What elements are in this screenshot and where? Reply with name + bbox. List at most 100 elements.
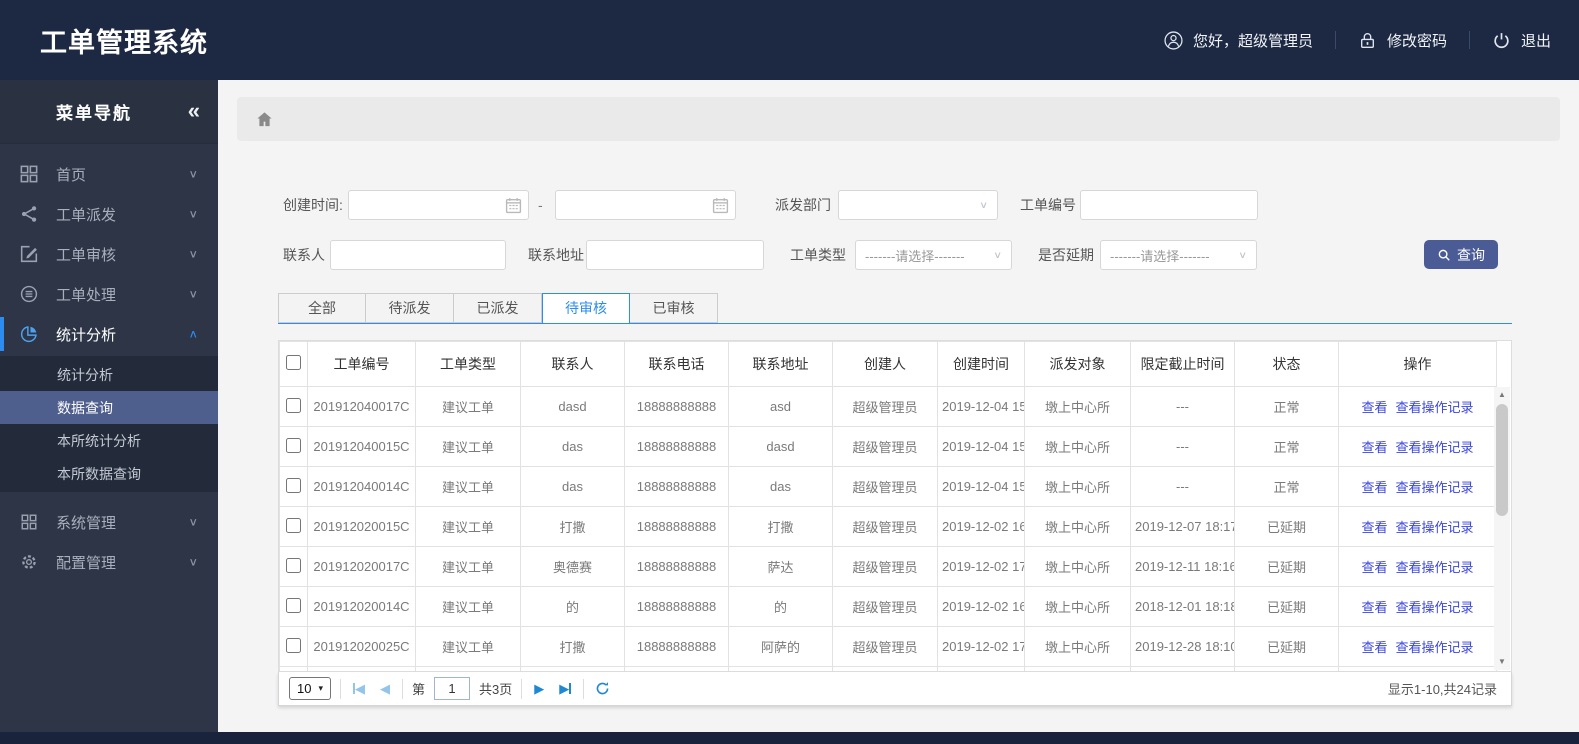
orders-table: 工单编号 工单类型 联系人 联系电话 联系地址 创建人 创建时间 派发对象 限定截止时间 状态 操作… xyxy=(278,340,1512,672)
row-checkbox[interactable] xyxy=(286,477,301,493)
select-all-checkbox[interactable] xyxy=(286,355,301,370)
actions-cell: 查看 查看操作记录 xyxy=(1338,586,1497,627)
page-number-input[interactable] xyxy=(434,677,471,700)
page-size-value: 10 xyxy=(297,681,312,696)
tab-全部[interactable]: 全部 xyxy=(278,293,366,323)
create-time-start-input[interactable] xyxy=(348,190,529,220)
contact-field[interactable] xyxy=(331,241,505,269)
scrollbar-thumb[interactable] xyxy=(1496,404,1508,516)
page-size-select[interactable]: 10 ▾ xyxy=(289,677,331,700)
order-no-field[interactable] xyxy=(1081,191,1257,219)
delay-select[interactable]: -------请选择------- ∨ xyxy=(1100,240,1257,270)
sidebar-item-dispatch[interactable]: 工单派发 ∨ xyxy=(0,194,218,234)
row-select-cell xyxy=(279,386,308,427)
view-link[interactable]: 查看 xyxy=(1361,440,1387,455)
view-log-link[interactable]: 查看操作记录 xyxy=(1396,480,1474,495)
view-link[interactable]: 查看 xyxy=(1361,560,1387,575)
cell-type: 建议工单 xyxy=(415,386,521,427)
create-time-start-field[interactable] xyxy=(349,191,528,219)
order-type-select[interactable]: -------请选择------- ∨ xyxy=(855,240,1012,270)
cell-target: 墩上中心所 xyxy=(1024,546,1131,587)
sidebar-item-system[interactable]: 系统管理 ∨ xyxy=(0,502,218,542)
cell-address: das xyxy=(728,466,833,507)
cell-type: 建议工单 xyxy=(415,506,521,547)
sidebar-item-stats[interactable]: 统计分析 ∧ xyxy=(0,314,218,354)
order-no-input[interactable] xyxy=(1080,190,1258,220)
column-header: 工单编号 xyxy=(307,341,416,387)
sidebar-item-review[interactable]: 工单审核 ∨ xyxy=(0,234,218,274)
sidebar-subitem[interactable]: 统计分析 xyxy=(0,358,218,391)
cell-target: 墩上中心所 xyxy=(1024,466,1131,507)
view-log-link[interactable]: 查看操作记录 xyxy=(1396,600,1474,615)
logout-button[interactable]: 退出 xyxy=(1492,30,1551,51)
view-log-link[interactable]: 查看操作记录 xyxy=(1396,560,1474,575)
sidebar-item-process[interactable]: 工单处理 ∨ xyxy=(0,274,218,314)
view-log-link[interactable]: 查看操作记录 xyxy=(1396,440,1474,455)
create-time-label: 创建时间: xyxy=(283,197,343,213)
cell-phone: 18888888888 xyxy=(624,386,729,427)
sidebar-item-config[interactable]: 配置管理 ∨ xyxy=(0,542,218,582)
cell-contact: 打撒 xyxy=(520,626,625,667)
dispatch-dept-select[interactable]: ∨ xyxy=(838,190,998,220)
tab-待派发[interactable]: 待派发 xyxy=(366,293,454,323)
create-time-end-field[interactable] xyxy=(556,191,735,219)
search-button[interactable]: 查询 xyxy=(1424,240,1498,269)
sidebar-item-label: 首页 xyxy=(56,166,87,184)
sidebar-item-label: 系统管理 xyxy=(56,514,117,532)
prev-page-button[interactable]: ◀ xyxy=(377,681,393,697)
sidebar-subitem[interactable]: 本所数据查询 xyxy=(0,457,218,490)
row-checkbox[interactable] xyxy=(286,637,301,653)
table-scrollbar[interactable]: ▲ ▼ xyxy=(1494,387,1510,670)
last-page-button[interactable]: ▶ xyxy=(556,681,574,697)
actions-cell: 查看 查看操作记录 xyxy=(1338,386,1497,427)
sidebar-item-label: 工单审核 xyxy=(56,246,117,264)
cell-type: 建议工单 xyxy=(415,426,521,467)
first-page-button[interactable]: ◀ xyxy=(350,681,368,697)
tab-已审核[interactable]: 已审核 xyxy=(630,293,718,323)
create-time-end-input[interactable] xyxy=(555,190,736,220)
sidebar-item-label: 配置管理 xyxy=(56,554,117,572)
tab-已派发[interactable]: 已派发 xyxy=(454,293,542,323)
cell-deadline: --- xyxy=(1130,426,1235,467)
row-checkbox[interactable] xyxy=(286,397,301,413)
cell-target: 墩上中心所 xyxy=(1024,586,1131,627)
row-checkbox[interactable] xyxy=(286,517,301,533)
view-link[interactable]: 查看 xyxy=(1361,400,1387,415)
sidebar-subitem[interactable]: 数据查询 xyxy=(0,391,218,424)
view-link[interactable]: 查看 xyxy=(1361,480,1387,495)
sidebar-item-home[interactable]: 首页 ∨ xyxy=(0,154,218,194)
row-checkbox[interactable] xyxy=(286,557,301,573)
row-checkbox[interactable] xyxy=(286,597,301,613)
tab-待审核[interactable]: 待审核 xyxy=(542,293,630,324)
row-checkbox[interactable] xyxy=(286,437,301,453)
address-field[interactable] xyxy=(587,241,763,269)
calendar-icon[interactable] xyxy=(712,197,729,214)
share-icon xyxy=(20,205,38,223)
scroll-up-icon[interactable]: ▲ xyxy=(1494,388,1510,402)
sidebar-subitem[interactable]: 本所统计分析 xyxy=(0,424,218,457)
scroll-down-icon[interactable]: ▼ xyxy=(1494,655,1510,669)
order-type-value: -------请选择------- xyxy=(865,248,965,264)
sidebar-collapse-icon[interactable]: « xyxy=(188,97,200,123)
view-link[interactable]: 查看 xyxy=(1361,600,1387,615)
view-link[interactable]: 查看 xyxy=(1361,640,1387,655)
view-log-link[interactable]: 查看操作记录 xyxy=(1396,520,1474,535)
divider xyxy=(1334,31,1336,49)
greeting-text: 您好，超级管理员 xyxy=(1192,32,1313,50)
next-page-button[interactable]: ▶ xyxy=(531,681,547,697)
view-link[interactable]: 查看 xyxy=(1361,520,1387,535)
column-header: 联系地址 xyxy=(728,341,833,387)
change-password-button[interactable]: 修改密码 xyxy=(1358,30,1447,51)
refresh-icon[interactable] xyxy=(595,681,610,696)
home-icon[interactable] xyxy=(256,111,273,128)
contact-input[interactable] xyxy=(330,240,506,270)
order-no-label: 工单编号 xyxy=(1020,197,1076,213)
cell-phone: 18888888888 xyxy=(624,426,729,467)
address-input[interactable] xyxy=(586,240,764,270)
calendar-icon[interactable] xyxy=(505,197,522,214)
user-greeting[interactable]: 您好，超级管理员 xyxy=(1164,30,1313,51)
view-log-link[interactable]: 查看操作记录 xyxy=(1396,400,1474,415)
view-log-link[interactable]: 查看操作记录 xyxy=(1396,640,1474,655)
divider xyxy=(340,678,341,699)
sidebar: 菜单导航 « 首页 ∨ 工单派发 ∨ 工单审核 ∨ 工单处理 ∨ 统计分析 ∧ 统计分析 数据查询 本所… xyxy=(0,80,218,732)
